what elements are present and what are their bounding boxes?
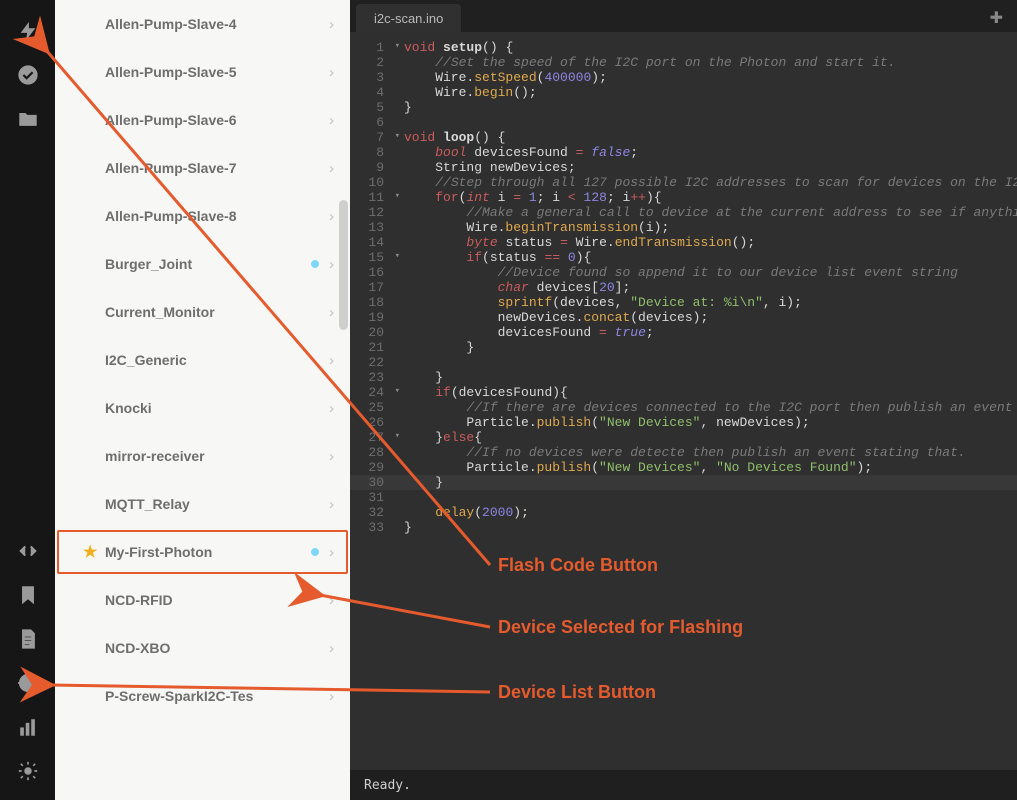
chevron-right-icon[interactable]: › [329,448,334,465]
device-Allen-Pump-Slave-7[interactable]: ★Allen-Pump-Slave-7› [55,144,350,192]
device-name: Allen-Pump-Slave-4 [105,16,301,32]
chevron-right-icon[interactable]: › [329,112,334,129]
device-Allen-Pump-Slave-6[interactable]: ★Allen-Pump-Slave-6› [55,96,350,144]
code-content[interactable]: void setup() { //Set the speed of the I2… [404,40,1017,535]
star-icon: ★ [83,542,99,562]
device-NCD-RFID[interactable]: ★NCD-RFID› [55,576,350,624]
device-Allen-Pump-Slave-8[interactable]: ★Allen-Pump-Slave-8› [55,192,350,240]
device-name: P-Screw-SparkI2C-Tes [105,688,301,704]
chevron-right-icon[interactable]: › [329,544,334,561]
device-name: Allen-Pump-Slave-7 [105,160,301,176]
device-Knocki[interactable]: ★Knocki› [55,384,350,432]
code-body[interactable]: 1234567891011121314151617181920212223242… [350,32,1017,770]
tab-active[interactable]: i2c-scan.ino [356,4,461,32]
line-gutter: 1234567891011121314151617181920212223242… [350,40,390,535]
device-name: NCD-RFID [105,592,301,608]
device-Burger_Joint[interactable]: ★Burger_Joint› [55,240,350,288]
device-name: Burger_Joint [105,256,301,272]
new-tab-icon[interactable]: ✚ [990,8,1003,28]
device-name: Allen-Pump-Slave-8 [105,208,301,224]
chevron-right-icon[interactable]: › [329,16,334,33]
device-name: Knocki [105,400,301,416]
annotation-device: Device Selected for Flashing [498,617,743,638]
device-name: Allen-Pump-Slave-5 [105,64,301,80]
verify-check-icon[interactable] [17,64,39,86]
document-icon[interactable] [17,628,39,650]
chevron-right-icon[interactable]: › [329,496,334,513]
device-I2C_Generic[interactable]: ★I2C_Generic› [55,336,350,384]
console-graph-icon[interactable] [17,716,39,738]
tab-bar: i2c-scan.ino ✚ [350,0,1017,32]
device-name: Current_Monitor [105,304,301,320]
device-My-First-Photon[interactable]: ★ My-First-Photon › [55,528,350,576]
chevron-right-icon[interactable]: › [329,160,334,177]
target-devices-icon[interactable] [17,672,39,694]
device-Allen-Pump-Slave-4[interactable]: ★Allen-Pump-Slave-4› [55,0,350,48]
device-list[interactable]: ★Allen-Pump-Slave-4›★Allen-Pump-Slave-5›… [55,0,350,800]
online-dot-icon [311,260,319,268]
device-name: I2C_Generic [105,352,301,368]
annotation-flash: Flash Code Button [498,555,658,576]
status-text: Ready. [364,778,411,793]
settings-gear-icon[interactable] [17,760,39,782]
code-editor: i2c-scan.ino ✚ 1234567891011121314151617… [350,0,1017,800]
device-name: mirror-receiver [105,448,301,464]
device-MQTT_Relay[interactable]: ★MQTT_Relay› [55,480,350,528]
device-NCD-XBO[interactable]: ★NCD-XBO› [55,624,350,672]
chevron-right-icon[interactable]: › [329,208,334,225]
online-dot-icon [311,548,319,556]
chevron-right-icon[interactable]: › [329,592,334,609]
flash-icon[interactable] [17,20,39,42]
device-name: NCD-XBO [105,640,301,656]
chevron-right-icon[interactable]: › [329,256,334,273]
device-name: MQTT_Relay [105,496,301,512]
device-Allen-Pump-Slave-5[interactable]: ★Allen-Pump-Slave-5› [55,48,350,96]
annotation-list: Device List Button [498,682,656,703]
scrollbar-thumb[interactable] [339,200,348,330]
chevron-right-icon[interactable]: › [329,64,334,81]
device-mirror-receiver[interactable]: ★mirror-receiver› [55,432,350,480]
bookmark-icon[interactable] [17,584,39,606]
folder-icon[interactable] [17,108,39,130]
status-bar: Ready. [350,770,1017,800]
chevron-right-icon[interactable]: › [329,400,334,417]
chevron-right-icon[interactable]: › [329,688,334,705]
device-P-Screw-SparkI2C-Tes[interactable]: ★P-Screw-SparkI2C-Tes› [55,672,350,720]
code-icon[interactable] [17,540,39,562]
device-name: Allen-Pump-Slave-6 [105,112,301,128]
device-name: My-First-Photon [105,544,301,560]
chevron-right-icon[interactable]: › [329,352,334,369]
device-Current_Monitor[interactable]: ★Current_Monitor› [55,288,350,336]
chevron-right-icon[interactable]: › [329,304,334,321]
chevron-right-icon[interactable]: › [329,640,334,657]
action-rail [0,0,55,800]
